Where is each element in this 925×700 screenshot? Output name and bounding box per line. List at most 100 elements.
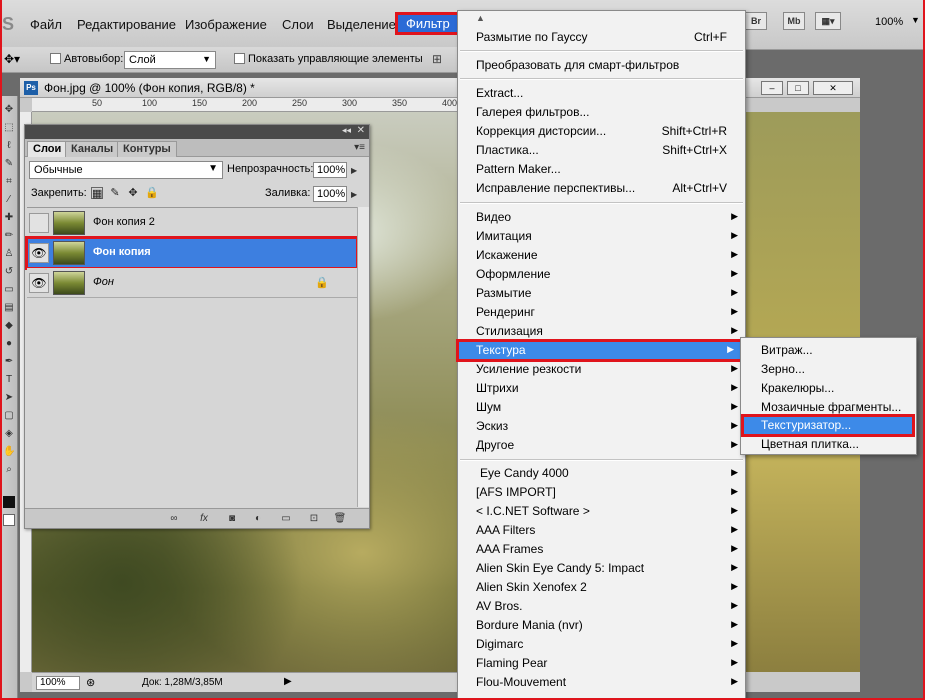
status-arrow-icon[interactable]: ▶ bbox=[284, 676, 292, 687]
submenu-item-stained-glass[interactable]: Витраж... bbox=[741, 341, 916, 360]
zoom-tool[interactable]: ⌕ bbox=[3, 464, 15, 476]
collapse-icon[interactable]: ◂◂ bbox=[342, 125, 351, 136]
show-controls-checkbox[interactable] bbox=[234, 53, 245, 64]
close-icon[interactable]: ✕ bbox=[813, 81, 853, 95]
move-tool-icon[interactable]: ✥▾ bbox=[4, 52, 20, 66]
menu-item-brush-strokes[interactable]: Штрихи ▶ bbox=[458, 379, 745, 398]
menu-item-blur[interactable]: Размытие ▶ bbox=[458, 284, 745, 303]
menu-item-noise[interactable]: Шум ▶ bbox=[458, 398, 745, 417]
menu-item-plugin[interactable]: Eye Candy 4000 ▶ bbox=[458, 464, 745, 483]
tab-layers[interactable]: Слои bbox=[27, 141, 68, 157]
link-layers-icon[interactable]: ∞ bbox=[167, 512, 181, 525]
menu-edit[interactable]: Редактирование bbox=[77, 17, 176, 32]
foreground-color-swatch[interactable] bbox=[3, 496, 15, 508]
layer-row-selected[interactable]: 👁 Фон копия bbox=[25, 236, 359, 270]
menu-item-texture[interactable]: Текстура ▶ bbox=[456, 339, 743, 362]
layer-row[interactable]: 👁 Фон 🔒 bbox=[27, 268, 357, 298]
new-group-icon[interactable]: ▭ bbox=[279, 512, 293, 525]
lock-transparency-icon[interactable]: ▦ bbox=[91, 187, 103, 200]
menu-item-stylize[interactable]: Стилизация ▶ bbox=[458, 322, 745, 341]
menu-item-lens-correction[interactable]: Коррекция дисторсии... Shift+Ctrl+R bbox=[458, 122, 745, 141]
menu-item-sketch[interactable]: Эскиз ▶ bbox=[458, 417, 745, 436]
eyedropper-tool[interactable]: ⁄ bbox=[3, 194, 15, 206]
type-tool[interactable]: T bbox=[3, 374, 15, 386]
menu-item-smart-filters[interactable]: Преобразовать для смарт-фильтров bbox=[458, 56, 745, 75]
status-zoom-field[interactable]: 100% bbox=[36, 676, 80, 690]
gradient-tool[interactable]: ▤ bbox=[3, 302, 15, 314]
menu-item-other[interactable]: Другое ▶ bbox=[458, 436, 745, 455]
menu-item-filter-gallery[interactable]: Галерея фильтров... bbox=[458, 103, 745, 122]
brush-tool[interactable]: ✏ bbox=[3, 230, 15, 242]
menu-item-pixelate[interactable]: Оформление ▶ bbox=[458, 265, 745, 284]
submenu-item-craquelure[interactable]: Кракелюры... bbox=[741, 379, 916, 398]
menu-item-plugin[interactable]: [AFS IMPORT] ▶ bbox=[458, 483, 745, 502]
maximize-icon[interactable]: □ bbox=[787, 81, 809, 95]
stamp-tool[interactable]: ♙ bbox=[3, 248, 15, 260]
eye-icon[interactable]: 👁 bbox=[29, 273, 49, 293]
blur-tool[interactable]: ◆ bbox=[3, 320, 15, 332]
3d-tool[interactable]: ◈ bbox=[3, 428, 15, 440]
lock-position-icon[interactable]: ✥ bbox=[127, 187, 139, 199]
layer-style-icon[interactable]: fx bbox=[197, 512, 211, 525]
document-title-bar[interactable]: Ps Фон.jpg @ 100% (Фон копия, RGB/8) * bbox=[20, 78, 464, 98]
eraser-tool[interactable]: ▭ bbox=[3, 284, 15, 296]
menu-file[interactable]: Файл bbox=[30, 17, 62, 32]
menu-item-plugin[interactable]: < I.C.NET Software > ▶ bbox=[458, 502, 745, 521]
lasso-tool[interactable]: ℓ bbox=[3, 140, 15, 152]
lock-pixels-icon[interactable]: ✎ bbox=[109, 187, 121, 199]
background-color-swatch[interactable] bbox=[3, 514, 15, 526]
crop-tool[interactable]: ⌗ bbox=[3, 176, 15, 188]
zoom-dropdown-icon[interactable]: ▼ bbox=[911, 15, 920, 25]
menu-item-video[interactable]: Видео ▶ bbox=[458, 208, 745, 227]
menu-filter[interactable]: Фильтр bbox=[395, 12, 461, 35]
tab-channels[interactable]: Каналы bbox=[65, 141, 120, 157]
bridge-icon[interactable]: Br bbox=[745, 12, 767, 30]
view-extras-icon[interactable]: ▦▾ bbox=[815, 12, 841, 30]
menu-item-render[interactable]: Рендеринг ▶ bbox=[458, 303, 745, 322]
second-document-title-bar[interactable]: – □ ✕ bbox=[745, 78, 860, 98]
menu-item-plugin[interactable]: Bordure Mania (nvr) ▶ bbox=[458, 616, 745, 635]
submenu-item-texturizer[interactable]: Текстуризатор... bbox=[741, 414, 915, 437]
shape-tool[interactable]: ▢ bbox=[3, 410, 15, 422]
submenu-item-grain[interactable]: Зерно... bbox=[741, 360, 916, 379]
path-select-tool[interactable]: ➤ bbox=[3, 392, 15, 404]
menu-item-plugin[interactable]: Alien Skin Eye Candy 5: Impact ▶ bbox=[458, 559, 745, 578]
move-tool[interactable]: ✥ bbox=[3, 104, 15, 116]
menu-item-plugin[interactable]: AAA Frames ▶ bbox=[458, 540, 745, 559]
menu-item-plugin[interactable]: Digimarc ▶ bbox=[458, 635, 745, 654]
menu-item-plugin[interactable]: AAA Filters ▶ bbox=[458, 521, 745, 540]
opacity-field[interactable]: 100% bbox=[313, 162, 347, 178]
menu-image[interactable]: Изображение bbox=[185, 17, 267, 32]
menu-item-liquify[interactable]: Пластика... Shift+Ctrl+X bbox=[458, 141, 745, 160]
tab-paths[interactable]: Контуры bbox=[117, 141, 177, 157]
scroll-up-icon[interactable]: ▲ bbox=[476, 13, 485, 23]
layer-row[interactable]: Фон копия 2 bbox=[27, 208, 357, 238]
menu-item-plugin[interactable]: AV Bros. ▶ bbox=[458, 597, 745, 616]
menu-item-distort[interactable]: Искажение ▶ bbox=[458, 246, 745, 265]
menu-layers[interactable]: Слои bbox=[282, 17, 314, 32]
hand-tool[interactable]: ✋ bbox=[3, 446, 15, 458]
submenu-item-mosaic-tiles[interactable]: Мозаичные фрагменты... bbox=[741, 398, 916, 417]
menu-item-plugin[interactable]: Flou-Mouvement ▶ bbox=[458, 673, 745, 692]
menu-select[interactable]: Выделение bbox=[327, 17, 396, 32]
fill-arrow-icon[interactable]: ▶ bbox=[351, 190, 357, 199]
healing-tool[interactable]: ✚ bbox=[3, 212, 15, 224]
fill-field[interactable]: 100% bbox=[313, 186, 347, 202]
autoselect-checkbox[interactable] bbox=[50, 53, 61, 64]
status-icon[interactable]: ⊛ bbox=[86, 676, 95, 689]
opacity-arrow-icon[interactable]: ▶ bbox=[351, 166, 357, 175]
adjustment-layer-icon[interactable]: ◐ bbox=[251, 512, 265, 525]
lock-all-icon[interactable]: 🔒 bbox=[145, 187, 159, 199]
close-icon[interactable]: ✕ bbox=[357, 125, 365, 136]
autoselect-select[interactable]: Слой ▼ bbox=[124, 51, 216, 69]
menu-item-artistic[interactable]: Имитация ▶ bbox=[458, 227, 745, 246]
pen-tool[interactable]: ✒ bbox=[3, 356, 15, 368]
history-brush-tool[interactable]: ↺ bbox=[3, 266, 15, 278]
submenu-item-patchwork[interactable]: Цветная плитка... bbox=[741, 435, 916, 454]
menu-item-pattern-maker[interactable]: Pattern Maker... bbox=[458, 160, 745, 179]
zoom-level[interactable]: 100% bbox=[875, 16, 903, 28]
mini-bridge-icon[interactable]: Mb bbox=[783, 12, 805, 30]
layer-mask-icon[interactable]: ◙ bbox=[225, 512, 239, 525]
panel-header[interactable]: ◂◂ ✕ bbox=[25, 125, 369, 139]
menu-item-plugin[interactable]: Alien Skin Xenofex 2 ▶ bbox=[458, 578, 745, 597]
